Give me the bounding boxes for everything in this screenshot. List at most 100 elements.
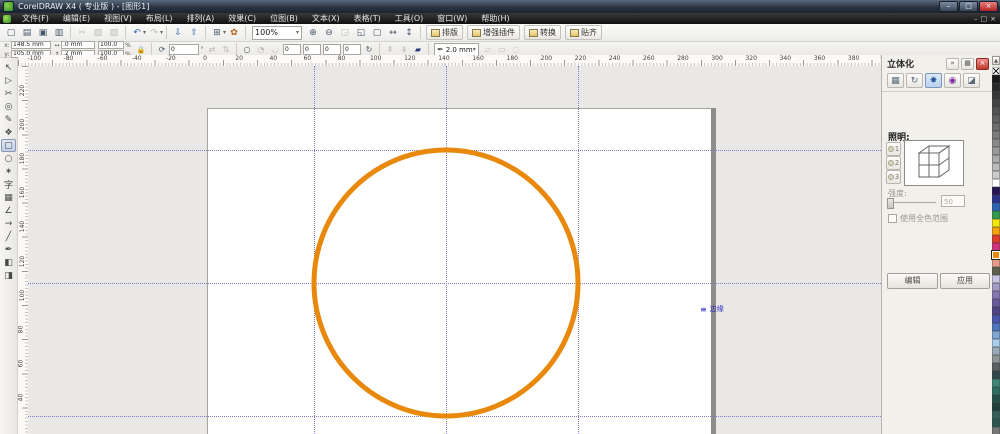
color-swatch[interactable]: [992, 411, 1000, 419]
rotation-field[interactable]: 0: [169, 44, 199, 55]
property-tail-icon-3[interactable]: ◌: [510, 44, 522, 56]
ellipse-mode-icon[interactable]: ○: [241, 44, 253, 56]
freehand-tool[interactable]: ✎: [1, 113, 16, 126]
pie-mode-icon[interactable]: ◔: [255, 44, 267, 56]
minimize-button[interactable]: –: [939, 1, 958, 12]
import-icon[interactable]: ⇩: [171, 26, 185, 40]
extrude-lighting-tab[interactable]: ✸: [925, 73, 942, 88]
shape-tool[interactable]: ▷: [1, 74, 16, 87]
pick-tool[interactable]: ↖: [1, 61, 16, 74]
color-swatch[interactable]: [992, 139, 1000, 147]
color-swatch[interactable]: [992, 299, 1000, 307]
color-swatch[interactable]: [992, 267, 1000, 275]
drawing-canvas[interactable]: ≡ 边缘: [28, 66, 881, 434]
color-swatch[interactable]: [992, 187, 1000, 195]
zoom-out-icon[interactable]: ⊖: [322, 26, 336, 40]
color-swatch[interactable]: [992, 203, 1000, 211]
copy-icon[interactable]: ▧: [91, 26, 105, 40]
table-tool[interactable]: ▦: [1, 191, 16, 204]
export-icon[interactable]: ⇧: [187, 26, 201, 40]
color-swatch[interactable]: [992, 115, 1000, 123]
docker-menu-button[interactable]: ▦: [961, 58, 974, 70]
color-swatch[interactable]: [992, 347, 1000, 355]
arc-angle-field-3[interactable]: 0: [323, 44, 341, 55]
menu-排列[interactable]: 排列(A): [180, 13, 222, 24]
menu-帮助[interactable]: 帮助(H): [474, 13, 516, 24]
to-front-icon[interactable]: ⇞: [384, 44, 396, 56]
color-swatch[interactable]: [992, 195, 1000, 203]
zoom-all-icon[interactable]: ◱: [354, 26, 368, 40]
maximize-button[interactable]: □: [959, 1, 978, 12]
color-swatch[interactable]: [992, 243, 1000, 251]
rectangle-tool[interactable]: ▢: [1, 139, 16, 152]
arc-angle-field-4[interactable]: 0: [343, 44, 361, 55]
full-color-range-checkbox[interactable]: [888, 214, 897, 223]
intensity-slider[interactable]: [888, 202, 936, 203]
position-x-field[interactable]: 148.5 mm: [11, 41, 51, 49]
color-swatch[interactable]: [992, 99, 1000, 107]
color-swatch[interactable]: [992, 363, 1000, 371]
zoom-in-icon[interactable]: ⊕: [306, 26, 320, 40]
smart-fill-tool[interactable]: ❖: [1, 126, 16, 139]
property-tail-icon-1[interactable]: ▱: [482, 44, 494, 56]
arc-angle-field-2[interactable]: 0: [303, 44, 321, 55]
color-swatch[interactable]: [992, 387, 1000, 395]
color-swatch[interactable]: [992, 107, 1000, 115]
eyedropper-tool[interactable]: ╱: [1, 230, 16, 243]
color-swatch[interactable]: [992, 395, 1000, 403]
property-tail-icon-2[interactable]: ▭: [496, 44, 508, 56]
color-swatch[interactable]: [992, 339, 1000, 347]
doc-close-button[interactable]: ×: [990, 15, 996, 23]
to-back-icon[interactable]: ⇟: [398, 44, 410, 56]
menu-窗口[interactable]: 窗口(W): [430, 13, 474, 24]
ellipse-tool[interactable]: ○: [1, 152, 16, 165]
open-icon[interactable]: ▤: [20, 26, 34, 40]
color-swatch[interactable]: [992, 379, 1000, 387]
mirror-horizontal-icon[interactable]: ⇄: [206, 44, 218, 56]
color-swatch[interactable]: [992, 275, 1000, 283]
menu-位图[interactable]: 位图(B): [263, 13, 305, 24]
zoom-width-icon[interactable]: ↔: [386, 26, 400, 40]
menu-文件[interactable]: 文件(F): [15, 13, 56, 24]
crop-tool[interactable]: ✂: [1, 87, 16, 100]
text-tool[interactable]: 字: [1, 178, 16, 191]
light-1-button[interactable]: 1: [886, 142, 901, 156]
palette-scroll-up-icon[interactable]: ▲: [992, 56, 1000, 65]
intensity-slider-handle[interactable]: [887, 198, 894, 209]
menu-布局[interactable]: 布局(L): [139, 13, 180, 24]
color-swatch[interactable]: [992, 219, 1000, 227]
zoom-selected-icon[interactable]: ◲: [338, 26, 352, 40]
zoom-page-icon[interactable]: ▢: [370, 26, 384, 40]
color-swatch[interactable]: [992, 323, 1000, 331]
color-swatch[interactable]: [992, 251, 1000, 259]
doc-restore-button[interactable]: □: [981, 15, 988, 23]
color-swatch[interactable]: [992, 163, 1000, 171]
color-swatch[interactable]: [992, 331, 1000, 339]
intensity-value-field[interactable]: 50: [941, 195, 965, 207]
cut-icon[interactable]: ✂: [75, 26, 89, 40]
polygon-tool[interactable]: ✶: [1, 165, 16, 178]
launcher-dropdown-icon[interactable]: ▾: [223, 29, 226, 36]
color-swatch[interactable]: [992, 419, 1000, 427]
paste-icon[interactable]: ▨: [107, 26, 121, 40]
lock-ratio-icon[interactable]: 🔒: [135, 44, 147, 56]
color-swatch[interactable]: [992, 427, 1000, 434]
zoom-tool[interactable]: ◎: [1, 100, 16, 113]
menu-工具[interactable]: 工具(O): [388, 13, 431, 24]
save-icon[interactable]: ▣: [36, 26, 50, 40]
plugin-button-2[interactable]: 增强插件: [467, 25, 520, 40]
arc-angle-field-1[interactable]: 0: [283, 44, 301, 55]
circle-shape[interactable]: [28, 66, 881, 434]
close-button[interactable]: ×: [979, 1, 998, 12]
undo-icon[interactable]: ↶: [130, 26, 144, 40]
color-swatch[interactable]: [992, 291, 1000, 299]
color-swatch[interactable]: [992, 315, 1000, 323]
color-swatch[interactable]: [992, 131, 1000, 139]
color-swatch[interactable]: [992, 355, 1000, 363]
light-3-button[interactable]: 3: [886, 170, 901, 184]
menu-表格[interactable]: 表格(T): [347, 13, 388, 24]
new-document-icon[interactable]: ▢: [4, 26, 18, 40]
interactive-fill-tool[interactable]: ◨: [1, 269, 16, 282]
undo-dropdown-icon[interactable]: ▾: [143, 29, 146, 36]
outline-pen-tool[interactable]: ✒: [1, 243, 16, 256]
